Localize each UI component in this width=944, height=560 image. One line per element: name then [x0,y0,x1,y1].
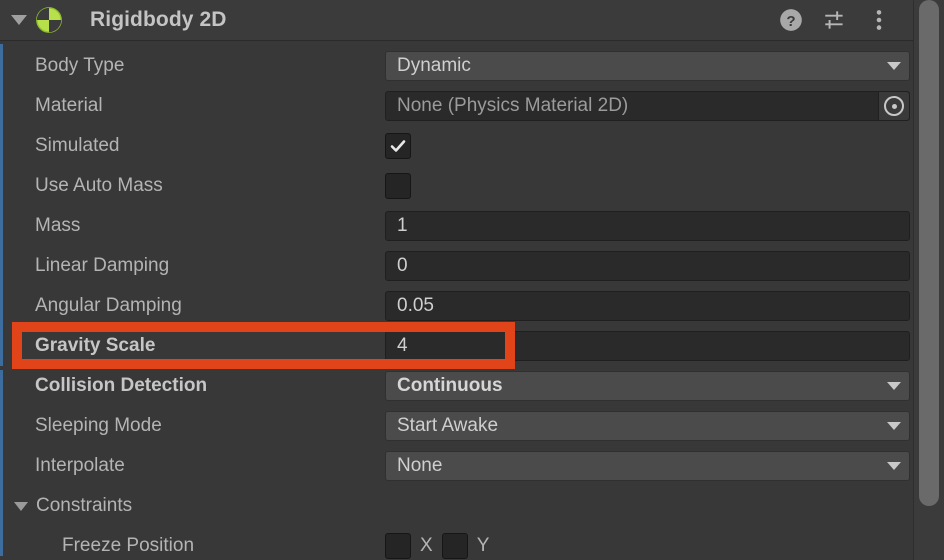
chevron-down-icon [887,382,901,390]
property-field: Continuous [385,371,910,401]
property-label: Gravity Scale [35,335,156,356]
property-field: Dynamic [385,51,910,81]
input-value: 4 [397,335,408,356]
property-label: Material [35,95,103,116]
property-row-linear-damping: Linear Damping 0 [0,246,914,286]
vertical-scrollbar-thumb[interactable] [919,0,939,506]
property-field: 4 [385,331,910,361]
checkmark-icon [390,140,406,152]
interpolate-dropdown[interactable]: None [385,451,910,481]
target-icon-dot [891,103,897,109]
property-field [385,173,910,199]
property-row-interpolate: Interpolate None [0,446,914,486]
property-field: Start Awake [385,411,910,441]
property-label: Simulated [35,135,120,156]
component-header[interactable]: Rigidbody 2D ? [0,0,914,41]
dropdown-value: Dynamic [397,55,471,76]
chevron-down-icon [887,62,901,70]
property-label: Body Type [35,55,125,76]
property-row-simulated: Simulated [0,126,914,166]
linear-damping-input[interactable]: 0 [385,251,910,281]
property-label: Angular Damping [35,295,182,316]
rigidbody2d-icon [36,7,62,33]
axis-label-x: X [420,535,433,556]
chevron-down-icon [14,501,28,511]
property-row-body-type: Body Type Dynamic [0,46,914,86]
property-field: 0.05 [385,291,910,321]
dropdown-value: None [397,455,443,476]
vertical-scrollbar-track[interactable] [913,0,944,560]
property-field: X Y [385,533,910,559]
svg-text:?: ? [786,13,795,30]
input-value: 1 [397,215,408,236]
property-field: None [385,451,910,481]
property-field: None (Physics Material 2D) [385,91,910,121]
freeze-position-axes: X Y [385,533,910,559]
more-options-icon[interactable] [866,7,892,33]
inspector-panel: Rigidbody 2D ? Body Type Dynamic Materia… [0,0,944,560]
chevron-down-icon [887,422,901,430]
component-title: Rigidbody 2D [90,8,227,31]
property-row-gravity-scale: Gravity Scale 4 [0,326,914,366]
freeze-position-x-checkbox[interactable] [385,533,411,559]
property-row-freeze-position: Freeze Position X Y [0,526,914,560]
property-field: 0 [385,251,910,281]
constraints-label: Constraints [36,495,133,516]
use-auto-mass-checkbox[interactable] [385,173,411,199]
property-row-angular-damping: Angular Damping 0.05 [0,286,914,326]
angular-damping-input[interactable]: 0.05 [385,291,910,321]
mass-input[interactable]: 1 [385,211,910,241]
preset-sliders-icon[interactable] [822,7,848,33]
material-object-field[interactable]: None (Physics Material 2D) [385,91,910,121]
target-icon [884,96,904,116]
property-label: Freeze Position [62,535,195,556]
input-value: 0.05 [397,295,434,316]
header-tools: ? [778,7,892,33]
property-label: Use Auto Mass [35,175,163,196]
property-row-material: Material None (Physics Material 2D) [0,86,914,126]
chevron-down-icon [887,462,901,470]
sleeping-mode-dropdown[interactable]: Start Awake [385,411,910,441]
property-row-collision-detection: Collision Detection Continuous [0,366,914,406]
gravity-scale-input[interactable]: 4 [385,331,910,361]
object-field-value: None (Physics Material 2D) [397,95,629,116]
dropdown-value: Continuous [397,375,503,396]
help-icon[interactable]: ? [778,7,804,33]
property-label: Collision Detection [35,375,208,396]
property-field: 1 [385,211,910,241]
simulated-checkbox[interactable] [385,133,411,159]
collision-detection-dropdown[interactable]: Continuous [385,371,910,401]
property-label: Mass [35,215,81,236]
dropdown-value: Start Awake [397,415,499,436]
property-label: Linear Damping [35,255,170,276]
property-label: Sleeping Mode [35,415,162,436]
property-row-mass: Mass 1 [0,206,914,246]
constraints-foldout[interactable]: Constraints [0,486,914,526]
component-foldout-toggle[interactable] [6,15,32,25]
property-row-use-auto-mass: Use Auto Mass [0,166,914,206]
axis-label-y: Y [476,535,490,556]
freeze-position-y-checkbox[interactable] [441,533,468,559]
input-value: 0 [397,255,408,276]
body-type-dropdown[interactable]: Dynamic [385,51,910,81]
constraints-foldout-header[interactable]: Constraints [0,495,350,517]
chevron-down-icon [11,15,27,25]
property-field [385,133,910,159]
property-row-sleeping-mode: Sleeping Mode Start Awake [0,406,914,446]
property-label: Interpolate [35,455,125,476]
object-picker-button[interactable] [878,92,909,120]
